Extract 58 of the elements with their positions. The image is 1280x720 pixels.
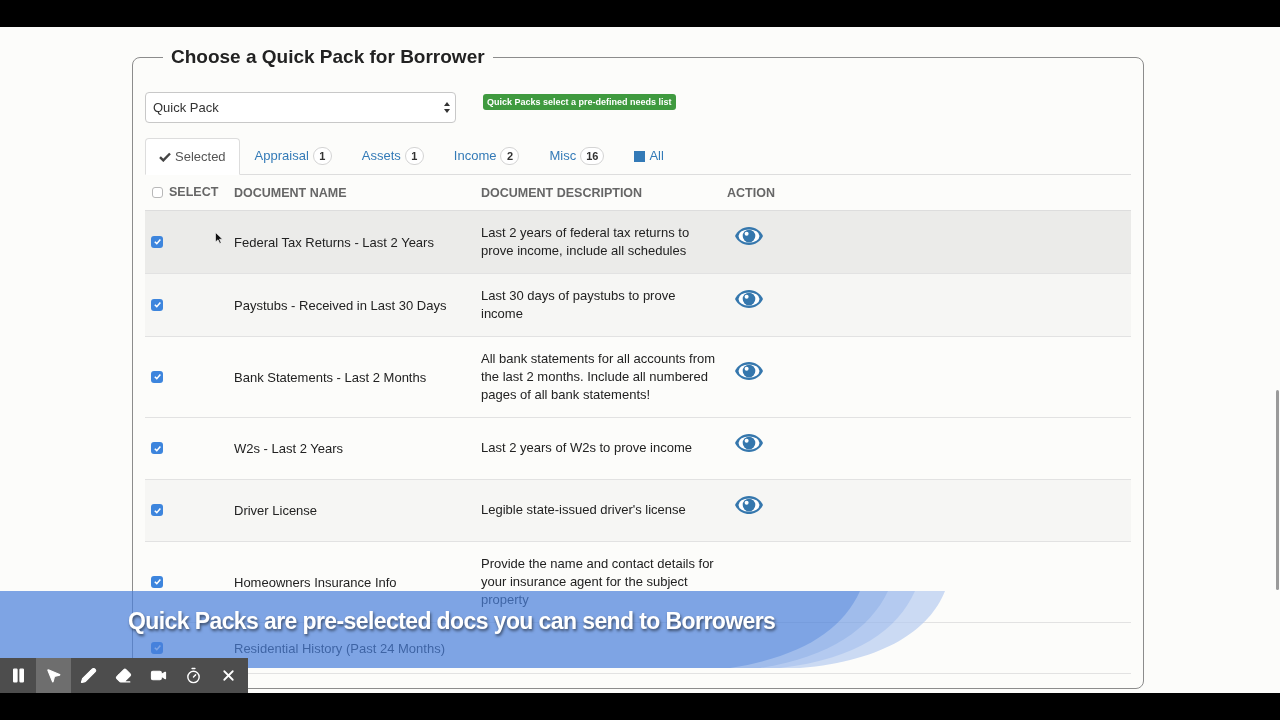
- pointer-tool-button[interactable]: [36, 658, 71, 693]
- pencil-icon: [80, 667, 97, 684]
- quick-pack-select[interactable]: Quick Pack: [145, 92, 456, 123]
- mouse-cursor-icon: [215, 232, 223, 244]
- table-row[interactable]: Paystubs - Received in Last 30 Days Last 30 days of paystubs to prove income: [145, 273, 1131, 336]
- updown-caret-icon: [444, 102, 450, 113]
- count-badge: 16: [580, 147, 605, 165]
- eye-icon[interactable]: [735, 362, 763, 380]
- column-header: SELECT: [169, 183, 219, 201]
- count-badge: 1: [312, 147, 332, 165]
- eye-icon[interactable]: [735, 433, 763, 452]
- document-name: Bank Statements - Last 2 Months: [234, 369, 427, 385]
- tab[interactable]: Selected: [145, 138, 240, 175]
- pause-icon: [10, 667, 27, 684]
- table-row[interactable]: Driver License Legible state-issued driver's license: [145, 479, 1131, 541]
- eye-icon[interactable]: [735, 227, 763, 245]
- checkbox[interactable]: [151, 442, 163, 454]
- scrollbar-thumb[interactable]: [1276, 390, 1279, 590]
- hint-label: Quick Packs select a pre-defined needs list: [483, 94, 676, 110]
- document-description: Last 2 years of W2s to prove income: [481, 439, 693, 457]
- tab[interactable]: Appraisal 1: [239, 138, 347, 174]
- panel-title: Choose a Quick Pack for Borrower: [170, 45, 486, 69]
- count-badge: 1: [404, 147, 424, 165]
- document-description: Legible state-issued driver's license: [481, 501, 687, 519]
- document-description: Last 2 years of federal tax returns to prove income, include all schedules: [481, 223, 691, 260]
- checkbox[interactable]: [151, 370, 163, 383]
- count-badge: 2: [500, 147, 520, 165]
- tab[interactable]: Misc 16: [534, 138, 620, 174]
- checkbox[interactable]: [152, 186, 163, 198]
- document-name: W2s - Last 2 Years: [234, 441, 344, 456]
- document-name: Paystubs - Received in Last 30 Days: [234, 297, 447, 313]
- stopwatch-icon: [185, 667, 202, 684]
- eraser-icon: [115, 667, 132, 684]
- document-description: Last 30 days of paystubs to prove income: [481, 286, 677, 323]
- table-row[interactable]: W2s - Last 2 Years Last 2 years of W2s to prove income: [145, 417, 1131, 479]
- document-description: All bank statements for all accounts from the last 2 months. Include all numbered pages of all bank statements!: [481, 349, 717, 404]
- square-icon: [634, 150, 646, 162]
- close-icon: [220, 667, 237, 684]
- column-header: DOCUMENT DESCRIPTION: [481, 186, 643, 201]
- document-description: Provide the name and contact details for your insurance agent for the subject property: [481, 554, 715, 609]
- checkbox[interactable]: [151, 298, 163, 311]
- document-name: Residential History (Past 24 Months): [234, 640, 445, 656]
- checkbox[interactable]: [151, 504, 163, 516]
- checkbox[interactable]: [151, 235, 163, 248]
- document-name: Driver License: [234, 503, 318, 518]
- column-header: ACTION: [727, 186, 775, 201]
- column-header: DOCUMENT NAME: [234, 186, 347, 201]
- tab[interactable]: Income 2: [438, 138, 535, 174]
- checkbox[interactable]: [151, 575, 163, 588]
- tab[interactable]: All: [619, 138, 679, 174]
- eye-icon[interactable]: [735, 290, 763, 308]
- document-name: Federal Tax Returns - Last 2 Years: [234, 234, 434, 250]
- tab[interactable]: Assets 1: [346, 138, 439, 174]
- eye-icon[interactable]: [735, 495, 763, 514]
- pointer-icon: [45, 667, 62, 684]
- check-icon: [159, 151, 171, 162]
- document-name: Homeowners Insurance Info: [234, 574, 397, 590]
- table-row[interactable]: Bank Statements - Last 2 Months All bank statements for all accounts from the last 2 months. Include all numbered pages of all bank statements!: [145, 336, 1131, 417]
